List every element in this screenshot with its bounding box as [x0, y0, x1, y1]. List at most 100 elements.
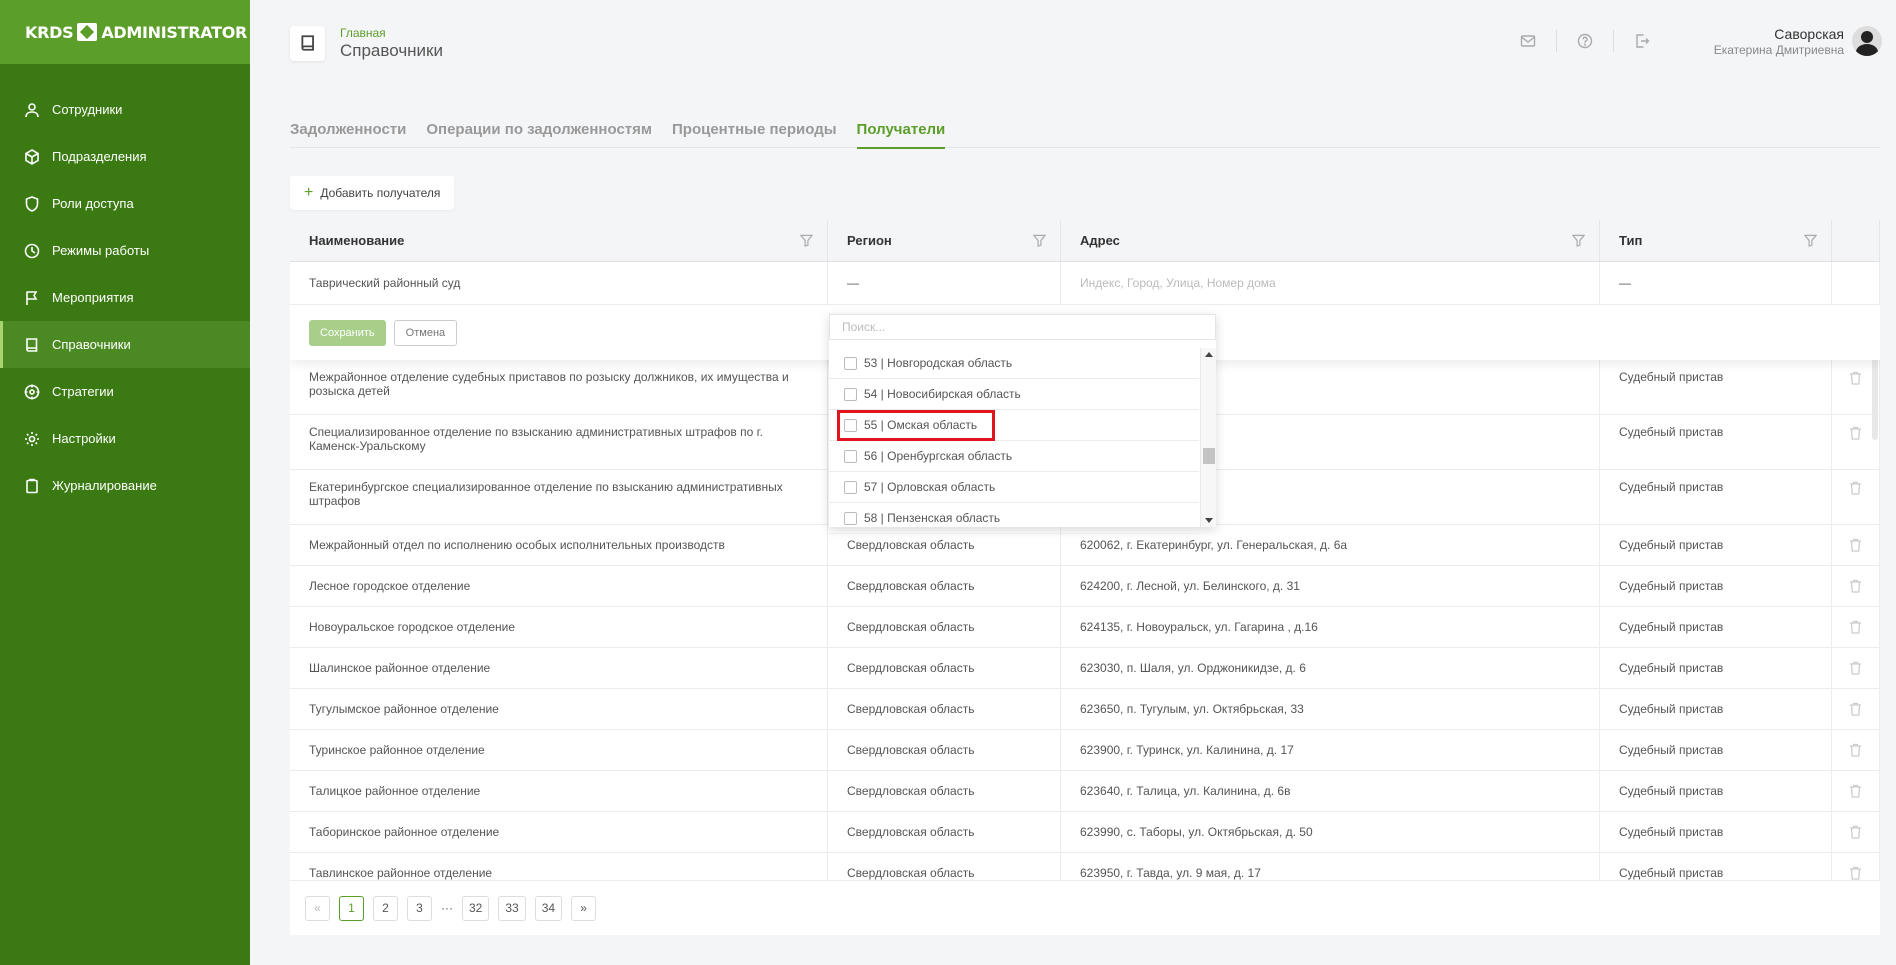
delete-trash-icon[interactable]: [1832, 689, 1880, 729]
sidebar-item-directories[interactable]: Справочники: [0, 321, 250, 368]
delete-trash-icon[interactable]: [1832, 607, 1880, 647]
tab-debts[interactable]: Задолженности: [290, 116, 406, 148]
filter-icon[interactable]: [1571, 234, 1586, 247]
sidebar-item-work-modes[interactable]: Режимы работы: [0, 227, 250, 274]
sidebar-item-employees[interactable]: Сотрудники: [0, 86, 250, 133]
page-button[interactable]: 34: [534, 895, 563, 921]
region-option[interactable]: 56 | Оренбургская область: [829, 441, 1199, 472]
logo[interactable]: KRDS ADMINISTRATOR: [25, 23, 247, 42]
recipient-region-cell: Свердловская область: [828, 689, 1061, 729]
region-option-label: 55 | Омская область: [864, 418, 978, 432]
table-row[interactable]: Лесное городское отделение Свердловская о…: [290, 566, 1880, 607]
filter-icon[interactable]: [1032, 234, 1047, 247]
recipient-region-cell: Свердловская область: [828, 730, 1061, 770]
page-button[interactable]: 3: [407, 895, 432, 921]
sidebar-item-events[interactable]: Мероприятия: [0, 274, 250, 321]
region-option-checkbox[interactable]: [844, 387, 857, 401]
scroll-down-arrow-icon[interactable]: [1205, 518, 1213, 523]
sidebar-item-departments[interactable]: Подразделения: [0, 133, 250, 180]
avatar[interactable]: [1852, 26, 1882, 56]
page-button[interactable]: 2: [373, 895, 398, 921]
mail-icon[interactable]: [1500, 33, 1556, 49]
sidebar-item-label: Сотрудники: [52, 102, 123, 117]
column-header-address[interactable]: Адрес: [1061, 220, 1600, 261]
dropdown-scrollbar[interactable]: [1200, 348, 1216, 527]
sidebar-item-settings[interactable]: Настройки: [0, 415, 250, 462]
region-options-list: 53 | Новгородская область 54 | Новосибирс…: [829, 348, 1199, 534]
page-button[interactable]: 33: [498, 895, 526, 921]
recipient-type-cell: Судебный пристав: [1600, 415, 1832, 469]
tab-recipients[interactable]: Получатели: [856, 116, 945, 149]
recipient-type-cell: Судебный пристав: [1600, 730, 1832, 770]
sidebar-item-label: Подразделения: [52, 149, 147, 164]
help-icon[interactable]: [1557, 33, 1613, 49]
breadcrumb: Главная Справочники: [340, 26, 443, 61]
region-option-checkbox[interactable]: [844, 356, 857, 370]
delete-trash-icon[interactable]: [1832, 812, 1880, 852]
delete-trash-icon[interactable]: [1832, 566, 1880, 606]
region-option-label: 57 | Орловская область: [864, 480, 996, 494]
user-info[interactable]: Саворская Екатерина Дмитриевна: [1714, 26, 1844, 57]
shield-icon: [24, 195, 40, 212]
column-header-region[interactable]: Регион: [828, 220, 1061, 261]
region-option[interactable]: 54 | Новосибирская область: [829, 379, 1199, 410]
delete-trash-icon[interactable]: [1832, 730, 1880, 770]
sidebar-item-access-roles[interactable]: Роли доступа: [0, 180, 250, 227]
sidebar-item-logging[interactable]: Журналирование: [0, 462, 250, 509]
sidebar-item-strategies[interactable]: Стратегии: [0, 368, 250, 415]
region-option[interactable]: 53 | Новгородская область: [829, 348, 1199, 379]
column-header-name[interactable]: Наименование: [290, 220, 828, 261]
recipient-address-cell: 623990, с. Таборы, ул. Октябрьская, д. 5…: [1061, 812, 1600, 852]
add-recipient-button[interactable]: + Добавить получателя: [290, 176, 455, 210]
region-option-checkbox[interactable]: [844, 511, 857, 525]
table-row[interactable]: Туринское районное отделение Свердловская…: [290, 730, 1880, 771]
recipient-name-cell: Шалинское районное отделение: [290, 648, 828, 688]
page-button[interactable]: 1: [339, 895, 364, 921]
table-row[interactable]: Таборинское районное отделение Свердловск…: [290, 812, 1880, 853]
table-header: Наименование Регион Адрес Тип: [290, 220, 1880, 262]
table-row[interactable]: Талицкое районное отделение Свердловская …: [290, 771, 1880, 812]
delete-trash-icon[interactable]: [1832, 525, 1880, 565]
flag-icon: [24, 290, 40, 306]
tab-debt-operations[interactable]: Операции по задолженностям: [426, 116, 652, 148]
region-option[interactable]: 55 | Омская область: [829, 410, 1199, 441]
scroll-up-arrow-icon[interactable]: [1205, 352, 1213, 357]
sidebar-nav: Сотрудники Подразделения Роли доступа Ре…: [0, 86, 250, 509]
edit-name-field[interactable]: Таврический районный суд: [290, 262, 828, 304]
filter-icon[interactable]: [799, 234, 814, 247]
column-title: Тип: [1619, 233, 1643, 248]
table-row[interactable]: Шалинское районное отделение Свердловская…: [290, 648, 1880, 689]
region-option-checkbox[interactable]: [844, 418, 857, 432]
cancel-button[interactable]: Отмена: [393, 319, 458, 346]
region-option-checkbox[interactable]: [844, 480, 857, 494]
scroll-thumb[interactable]: [1203, 448, 1215, 464]
column-header-type[interactable]: Тип: [1600, 220, 1832, 261]
logout-icon[interactable]: [1614, 33, 1670, 49]
filter-icon[interactable]: [1803, 234, 1818, 247]
save-button[interactable]: Сохранить: [309, 319, 386, 346]
region-option[interactable]: 57 | Орловская область: [829, 472, 1199, 503]
recipient-address-cell: 623640, г. Талица, ул. Калинина, д. 6в: [1061, 771, 1600, 811]
region-option-label: 58 | Пензенская область: [864, 511, 1001, 525]
recipient-name-cell: Специализированное отделение по взыскани…: [290, 415, 828, 469]
delete-trash-icon[interactable]: [1832, 771, 1880, 811]
region-option-checkbox[interactable]: [844, 449, 857, 463]
page-button[interactable]: 32: [462, 895, 490, 921]
region-option[interactable]: 58 | Пензенская область: [829, 503, 1199, 534]
delete-trash-icon[interactable]: [1832, 648, 1880, 688]
prev-page-button[interactable]: «: [305, 895, 330, 921]
delete-trash-icon[interactable]: [1832, 470, 1880, 524]
edit-type-select[interactable]: —: [1600, 262, 1832, 304]
edit-region-select[interactable]: —: [828, 262, 1061, 304]
region-search-input[interactable]: [829, 314, 1216, 340]
tab-interest-periods[interactable]: Процентные периоды: [672, 116, 837, 148]
table-row[interactable]: Новоуральское городское отделение Свердло…: [290, 607, 1880, 648]
clipboard-icon: [24, 478, 40, 494]
breadcrumb-home-link[interactable]: Главная: [340, 26, 443, 40]
next-page-button[interactable]: »: [571, 895, 597, 921]
recipient-region-cell: Свердловская область: [828, 607, 1061, 647]
recipient-name-cell: Межрайонное отделение судебных приставов…: [290, 360, 828, 414]
edit-address-field[interactable]: Индекс, Город, Улица, Номер дома: [1061, 262, 1600, 304]
edit-row-actions: [1832, 262, 1880, 304]
table-row[interactable]: Тугулымское районное отделение Свердловск…: [290, 689, 1880, 730]
